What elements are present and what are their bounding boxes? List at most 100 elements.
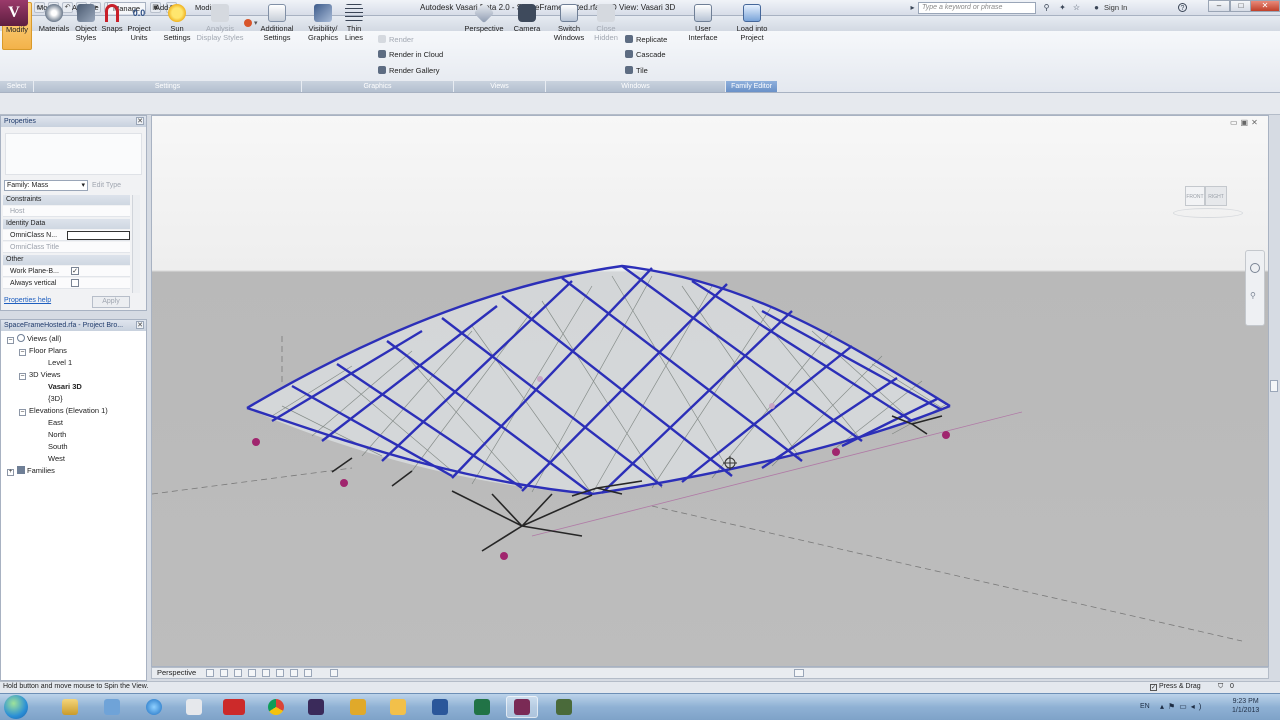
collapse-icon[interactable]: –: [7, 337, 14, 344]
app-logo-button[interactable]: V: [0, 0, 28, 26]
taskbar-library[interactable]: [96, 696, 128, 718]
taskbar-app-g[interactable]: [548, 696, 580, 718]
render-dialog-icon[interactable]: [262, 669, 270, 677]
search-expand-icon[interactable]: ▸: [908, 3, 917, 12]
prop-work-plane[interactable]: Work Plane-B... ✓: [3, 266, 130, 277]
edit-type-button[interactable]: Edit Type: [92, 180, 121, 191]
tray-icons[interactable]: ▴⚑▭◂): [1160, 702, 1205, 711]
panel-windows[interactable]: Windows: [546, 81, 726, 92]
navigation-bar[interactable]: ⚲: [1245, 250, 1265, 326]
reveal-hidden-icon[interactable]: [304, 669, 312, 677]
favorites-icon[interactable]: ☆: [1072, 3, 1081, 12]
type-selector[interactable]: Family: Mass ▾: [4, 180, 88, 191]
tree-west[interactable]: West: [7, 453, 146, 465]
taskbar-folder[interactable]: [382, 696, 414, 718]
sun-path-icon[interactable]: [234, 669, 242, 677]
collapse-icon[interactable]: –: [19, 409, 26, 416]
space-frame-model[interactable]: [152, 116, 1269, 667]
taskbar-rsa[interactable]: [218, 696, 250, 718]
taskbar-excel[interactable]: [466, 696, 498, 718]
taskbar-app-2[interactable]: [178, 696, 210, 718]
tree-south[interactable]: South: [7, 441, 146, 453]
view-bar-arrow-icon[interactable]: [330, 669, 338, 677]
load-into-project-button[interactable]: Load into Project: [730, 2, 774, 50]
materials-button[interactable]: Materials: [37, 2, 71, 50]
prop-always-vertical[interactable]: Always vertical: [3, 278, 130, 289]
visual-style-icon[interactable]: [220, 669, 228, 677]
language-indicator[interactable]: EN: [1140, 703, 1150, 710]
panel-family-editor[interactable]: Family Editor: [726, 81, 778, 92]
apply-button[interactable]: Apply: [92, 296, 130, 308]
tile-button[interactable]: Tile: [625, 64, 648, 78]
tree-families[interactable]: + Families: [7, 465, 146, 477]
always-vertical-checkbox[interactable]: [71, 279, 79, 287]
taskbar-app-x[interactable]: [300, 696, 332, 718]
panel-views[interactable]: Views: [454, 81, 546, 92]
viewport-window-controls[interactable]: ▭▣✕: [1230, 118, 1261, 127]
object-styles-button[interactable]: Object Styles: [72, 2, 100, 50]
snaps-button[interactable]: Snaps: [100, 2, 124, 50]
steering-wheel-icon[interactable]: [1250, 263, 1260, 273]
maximize-button[interactable]: □: [1230, 0, 1252, 12]
taskbar-explorer[interactable]: [54, 696, 86, 718]
close-window-button[interactable]: ✕: [1250, 0, 1280, 12]
zoom-icon[interactable]: ⚲: [1250, 291, 1260, 301]
prop-omniclass-title[interactable]: OmniClass Title: [3, 242, 130, 253]
tree-north[interactable]: North: [7, 429, 146, 441]
tree-east[interactable]: East: [7, 417, 146, 429]
taskbar-ie[interactable]: [138, 696, 170, 718]
taskbar-app-v[interactable]: [342, 696, 374, 718]
sun-settings-button[interactable]: Sun Settings: [160, 2, 194, 50]
additional-settings-button[interactable]: Additional Settings: [256, 2, 298, 50]
cascade-button[interactable]: Cascade: [625, 48, 666, 62]
binoculars-icon[interactable]: ⚲: [1042, 3, 1051, 12]
start-button[interactable]: [4, 695, 28, 719]
press-drag-toggle[interactable]: ✓ Press & Drag: [1150, 683, 1201, 691]
project-units-button[interactable]: 0.0 Project Units: [125, 2, 153, 50]
render-in-cloud-button[interactable]: Render in Cloud: [378, 48, 443, 62]
tree-views-all[interactable]: – Views (all): [7, 333, 146, 345]
help-icon[interactable]: ?: [1178, 3, 1187, 12]
visibility-graphics-button[interactable]: Visibility/ Graphics: [304, 2, 342, 50]
lock-view-icon[interactable]: [276, 669, 284, 677]
expand-icon[interactable]: +: [7, 469, 14, 476]
panel-select[interactable]: Select: [0, 81, 34, 92]
panel-settings[interactable]: Settings: [34, 81, 302, 92]
viewcube[interactable]: FRONT RIGHT: [1167, 178, 1245, 222]
tree-3d[interactable]: {3D}: [7, 393, 146, 405]
temporary-hide-icon[interactable]: [290, 669, 298, 677]
properties-close-icon[interactable]: ✕: [136, 117, 144, 125]
search-input[interactable]: Type a keyword or phrase: [918, 2, 1036, 14]
viewcube-compass-ring[interactable]: [1173, 208, 1243, 218]
horizontal-scrollbar-thumb[interactable]: [794, 669, 804, 677]
browser-close-icon[interactable]: ✕: [136, 321, 144, 329]
filter-icon[interactable]: ⛉: [1218, 683, 1223, 691]
properties-scrollbar[interactable]: [132, 195, 140, 293]
omniclass-number-field[interactable]: [67, 231, 130, 240]
tree-elevations[interactable]: – Elevations (Elevation 1): [7, 405, 146, 417]
group-other[interactable]: Other: [3, 255, 130, 265]
user-interface-button[interactable]: User Interface: [684, 2, 722, 50]
detail-level-icon[interactable]: [206, 669, 214, 677]
minimize-button[interactable]: –: [1208, 0, 1230, 12]
3d-viewport[interactable]: [151, 115, 1269, 667]
taskbar-chrome[interactable]: [260, 696, 292, 718]
shadows-icon[interactable]: [248, 669, 256, 677]
tree-vasari-3d[interactable]: Vasari 3D: [7, 381, 146, 393]
camera-button[interactable]: Camera: [510, 2, 544, 50]
press-drag-checkbox[interactable]: ✓: [1150, 684, 1157, 691]
taskbar-word[interactable]: [424, 696, 456, 718]
prop-omniclass-number[interactable]: OmniClass N...: [3, 230, 130, 241]
user-icon[interactable]: ●: [1092, 3, 1101, 12]
group-identity-data[interactable]: Identity Data: [3, 219, 130, 229]
switch-windows-button[interactable]: Switch Windows: [550, 2, 588, 50]
replicate-button[interactable]: Replicate: [625, 33, 667, 47]
perspective-button[interactable]: Perspective: [462, 2, 506, 50]
render-gallery-button[interactable]: Render Gallery: [378, 64, 439, 78]
vertical-scrollbar-thumb[interactable]: [1270, 380, 1278, 392]
collapse-icon[interactable]: –: [19, 373, 26, 380]
sign-in-link[interactable]: Sign In: [1104, 3, 1127, 12]
thin-lines-button[interactable]: Thin Lines: [342, 2, 366, 50]
panel-graphics[interactable]: Graphics: [302, 81, 454, 92]
tree-floor-plans[interactable]: – Floor Plans: [7, 345, 146, 357]
